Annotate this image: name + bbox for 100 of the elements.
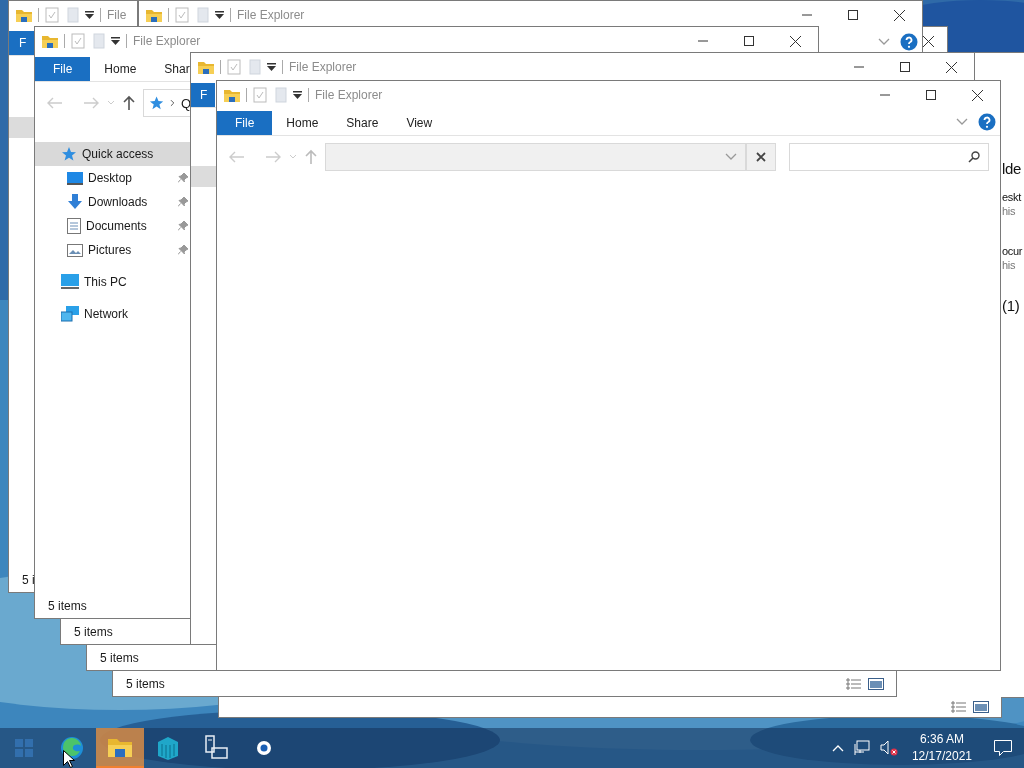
section-heading: lde	[1002, 160, 1022, 177]
nav-item[interactable]: Downloads	[35, 190, 191, 214]
close-icon	[945, 61, 957, 73]
ribbon-tab[interactable]: Home	[90, 57, 151, 81]
dropdown-caret-icon[interactable]	[267, 63, 276, 71]
ribbon-tab[interactable]: File	[217, 111, 273, 135]
window-title: File	[107, 8, 127, 22]
item-location: his	[1002, 259, 1016, 271]
star-icon	[61, 146, 77, 162]
properties-icon[interactable]	[227, 59, 241, 75]
window-title: File Explorer	[289, 60, 357, 74]
forward-arrow-icon[interactable]	[83, 97, 99, 109]
recent-caret-icon[interactable]	[107, 100, 115, 106]
window-title: File Explorer	[315, 88, 383, 102]
details-view-icon[interactable]	[846, 677, 862, 690]
desktop-icon	[67, 171, 83, 185]
folder-icon	[146, 8, 162, 22]
close-icon	[923, 35, 934, 47]
maximize-icon	[848, 10, 858, 20]
back-arrow-icon[interactable]	[47, 97, 63, 109]
item-name: ocur	[1002, 245, 1023, 257]
building-icon	[156, 736, 180, 760]
properties-icon[interactable]	[175, 7, 189, 23]
dropdown-caret-icon[interactable]	[85, 11, 94, 19]
ribbon-tab[interactable]: Shar	[150, 57, 190, 81]
window-title: File Explorer	[237, 8, 305, 22]
properties-icon[interactable]	[71, 33, 85, 49]
download-arrow-icon	[67, 194, 83, 210]
up-arrow-icon[interactable]	[123, 95, 135, 111]
ribbon-expand-icon[interactable]	[878, 38, 890, 46]
pin-icon[interactable]	[178, 245, 188, 255]
item-count: 5 i	[22, 573, 35, 587]
nav-item[interactable]: Quick access	[35, 142, 191, 166]
nav-item[interactable]: Desktop	[35, 166, 191, 190]
close-icon	[971, 89, 983, 101]
dropdown-caret-icon[interactable]	[111, 37, 120, 45]
pin-icon[interactable]	[178, 221, 188, 231]
forward-arrow-icon[interactable]	[265, 151, 281, 163]
dropdown-caret-icon[interactable]	[215, 11, 224, 19]
close-icon	[893, 9, 905, 21]
clock[interactable]: 6:36 AM 12/17/2021	[905, 731, 978, 765]
maximize-icon	[744, 36, 754, 46]
star-icon	[149, 95, 165, 111]
ribbon-tab[interactable]: View	[392, 111, 447, 135]
speaker-muted-icon	[879, 740, 898, 756]
ribbon-tab[interactable]: Share	[332, 111, 393, 135]
window-title: File Explorer	[133, 34, 201, 48]
item-count: 5 items	[126, 676, 165, 691]
windows-logo-icon	[15, 739, 33, 757]
item-count: 5 items	[48, 599, 87, 613]
ribbon-tab[interactable]: Home	[272, 111, 333, 135]
network-icon	[61, 306, 79, 322]
server-manager-icon	[203, 735, 229, 761]
ribbon-tab[interactable]: F	[191, 83, 216, 107]
details-view-icon[interactable]	[951, 701, 967, 713]
computer-icon	[61, 274, 79, 290]
pin-icon[interactable]	[178, 197, 188, 207]
breadcrumb-chevron-icon	[170, 99, 175, 107]
help-icon[interactable]	[900, 33, 918, 51]
large-icons-view-icon[interactable]	[868, 677, 884, 690]
address-bar[interactable]: Q	[143, 89, 191, 117]
chevron-up-icon	[831, 744, 844, 752]
properties-icon[interactable]	[253, 87, 267, 103]
folder-icon	[16, 8, 32, 22]
network-icon	[853, 740, 870, 756]
properties-icon[interactable]	[45, 7, 59, 23]
nav-item[interactable]: This PC	[35, 270, 191, 294]
back-arrow-icon[interactable]	[229, 151, 245, 163]
dropdown-caret-icon[interactable]	[293, 91, 302, 99]
folder-icon	[224, 88, 240, 102]
section-heading: (1)	[1002, 297, 1020, 314]
maximize-icon	[900, 62, 910, 72]
close-icon	[789, 35, 801, 47]
item-name: eskt	[1002, 191, 1021, 203]
document-icon	[67, 218, 81, 234]
nav-item[interactable]: Network	[35, 302, 191, 326]
mouse-cursor	[63, 750, 75, 768]
large-icons-view-icon[interactable]	[973, 701, 989, 713]
pictures-icon	[67, 243, 83, 257]
item-location: his	[1002, 205, 1016, 217]
clear-button[interactable]	[746, 143, 776, 171]
item-count: 5 items	[74, 624, 113, 639]
search-field[interactable]	[789, 143, 989, 171]
item-count: 5 items	[100, 650, 139, 665]
recent-caret-icon[interactable]	[289, 154, 297, 160]
folder-icon	[198, 60, 214, 74]
speech-bubble-icon	[994, 740, 1012, 756]
folder-icon	[108, 737, 132, 757]
ring-icon	[256, 740, 272, 756]
maximize-icon	[926, 90, 936, 100]
help-icon[interactable]	[978, 113, 996, 131]
ribbon-tab[interactable]: File	[35, 57, 91, 81]
nav-item[interactable]: Documents	[35, 214, 191, 238]
ribbon-expand-icon[interactable]	[956, 118, 968, 126]
dropdown-chevron-icon[interactable]	[725, 153, 737, 161]
ribbon-tab[interactable]: F	[9, 31, 35, 55]
close-icon	[756, 152, 766, 162]
pin-icon[interactable]	[178, 173, 188, 183]
folder-icon	[42, 34, 58, 48]
nav-item[interactable]: Pictures	[35, 238, 191, 262]
